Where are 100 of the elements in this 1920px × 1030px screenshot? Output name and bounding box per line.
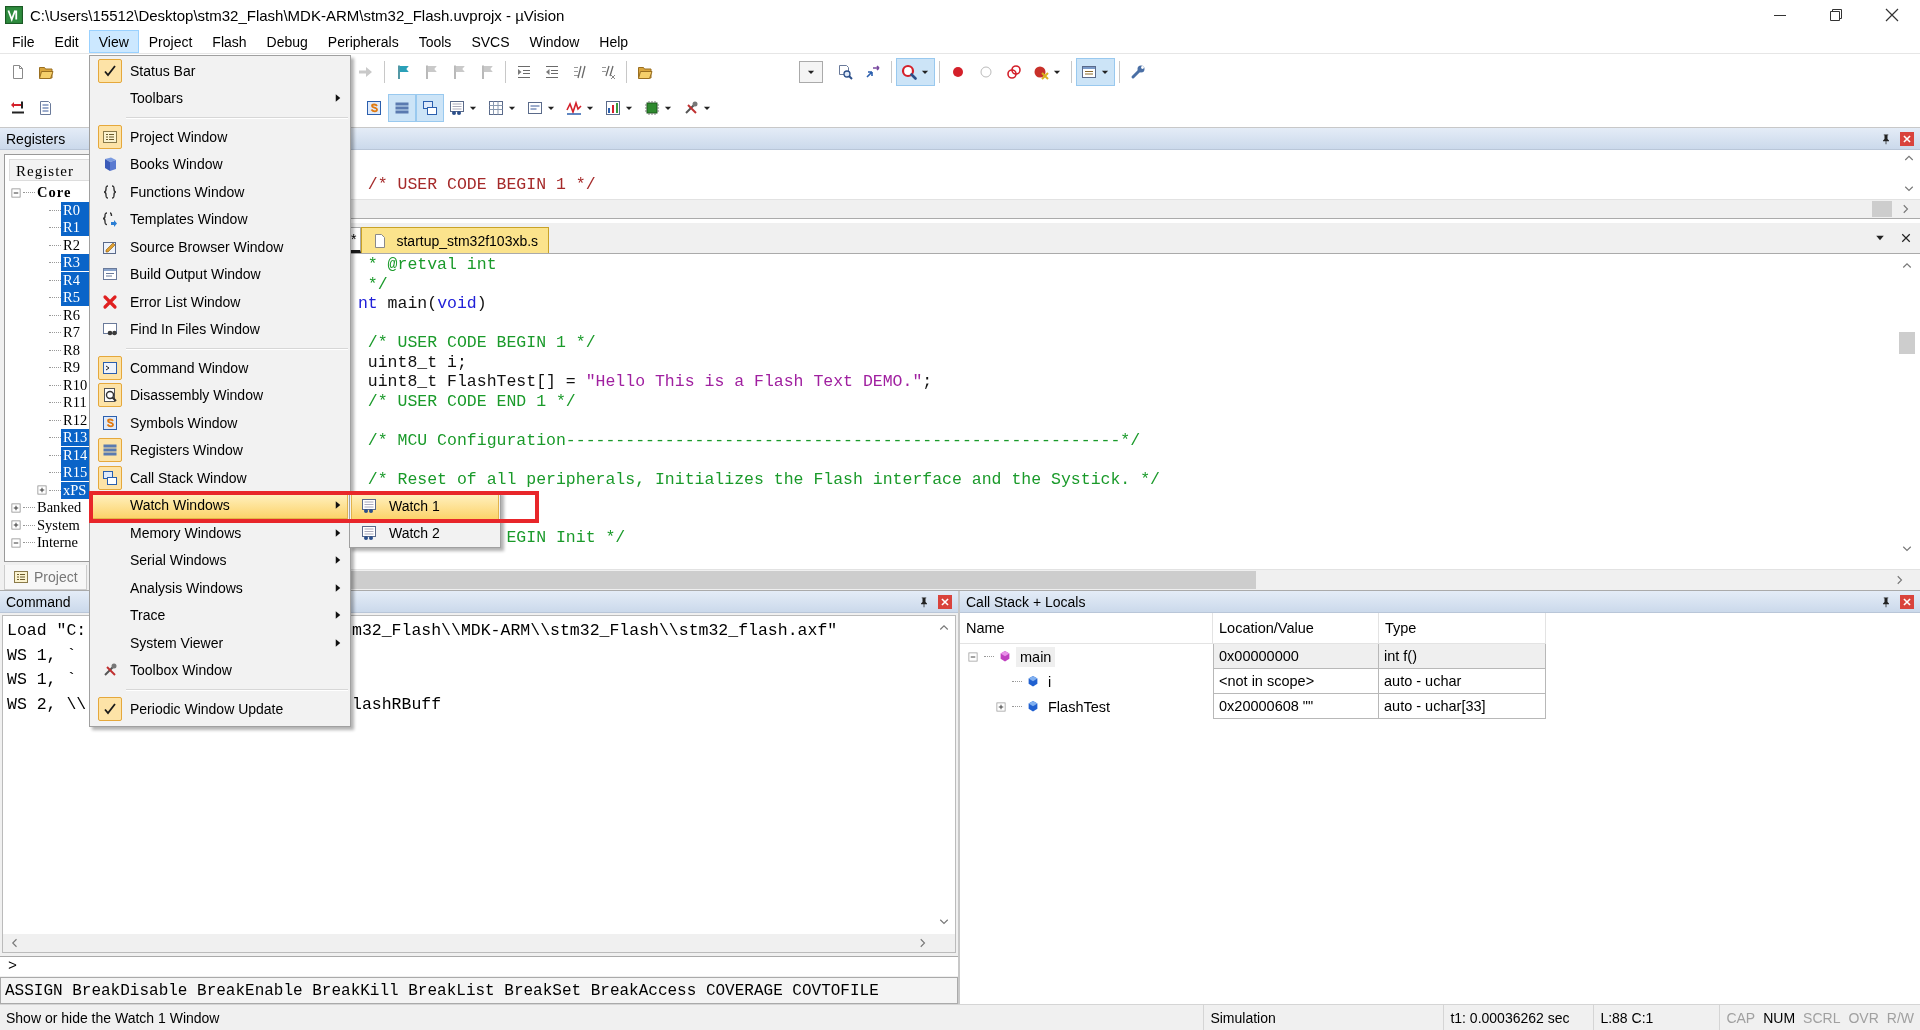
menu-item[interactable]: Analysis Windows — [92, 574, 348, 602]
column-header[interactable]: Name — [960, 613, 1213, 644]
menu-item[interactable]: File — [2, 30, 45, 53]
slashes-icon — [600, 64, 616, 80]
menu-item[interactable]: Toolbars — [92, 84, 348, 112]
tree-item[interactable]: System — [35, 516, 82, 534]
menu-item[interactable]: Disassembly Window — [92, 381, 348, 409]
scrollbar-thumb[interactable] — [1899, 332, 1915, 354]
dropdown-field[interactable] — [799, 61, 823, 83]
tree-item[interactable]: Core — [35, 184, 74, 202]
code-line: /* MCU Configuration--------------------------------------------------------*/ — [367, 430, 1141, 450]
menu-item[interactable]: Project — [138, 30, 203, 53]
windows-button[interactable] — [416, 94, 444, 122]
variable-icon — [1026, 674, 1040, 689]
close-icon[interactable] — [1884, 7, 1900, 23]
menu-item[interactable]: Toolbox Window — [92, 656, 348, 684]
tree-item[interactable]: R6 — [61, 306, 82, 324]
symbols-window-icon — [366, 100, 382, 116]
waveform-icon — [566, 100, 582, 116]
menu-item[interactable]: Edit — [44, 30, 89, 53]
list-icon — [102, 442, 118, 459]
code-line: /* USER CODE END 1 */ — [367, 391, 576, 411]
table-row[interactable]: i <not in scope> auto - uchar — [960, 669, 1546, 694]
menu-item[interactable]: Find In Files Window — [92, 315, 348, 343]
menu-item[interactable]: View — [88, 30, 139, 53]
magnifier-button[interactable] — [896, 58, 935, 86]
window-button[interactable] — [1076, 58, 1115, 86]
panel-title: Command — [6, 593, 71, 610]
menu-item[interactable]: Memory Windows — [92, 519, 348, 547]
restore-icon[interactable] — [1828, 7, 1844, 23]
menu-item[interactable]: System Viewer — [92, 629, 348, 657]
function-icon — [998, 649, 1012, 664]
status-indicator: CAP — [1725, 1009, 1757, 1026]
tree-item[interactable]: Interne — [35, 534, 81, 552]
output-line: m32_Flash\\MDK-ARM\\stm32_Flash\\stm32_flash.axf" — [352, 620, 839, 642]
tree-item[interactable]: R11 — [61, 394, 89, 412]
menu-item[interactable]: Books Window — [92, 150, 348, 178]
scrollbar-thumb[interactable] — [1872, 201, 1892, 217]
chip-icon — [644, 100, 660, 116]
tools-icon — [683, 100, 699, 116]
code-line: */ — [367, 274, 388, 294]
tree-item[interactable]: R2 — [61, 236, 82, 254]
menu-item[interactable]: Trace — [92, 601, 348, 629]
code-line: * @retval int — [367, 255, 497, 274]
menu-item[interactable]: Periodic Window Update — [92, 695, 348, 723]
table-cell-text: FlashTest — [1047, 697, 1112, 717]
menu-item[interactable]: Symbols Window — [92, 409, 348, 437]
menu-item[interactable]: Flash — [202, 30, 257, 53]
menu-item[interactable]: Watch 2 — [351, 519, 499, 547]
tree-item[interactable]: R7 — [61, 324, 82, 342]
code-line: uint8_t FlashTest[] = "Hello This is a Flash Text DEMO."; — [367, 372, 933, 391]
collapse-icon[interactable] — [10, 536, 22, 549]
status-time: t1: 0.00036262 sec — [1443, 1005, 1594, 1030]
folder-icon — [38, 64, 54, 80]
expand-icon[interactable] — [10, 501, 22, 514]
output-line: lashRBuff — [352, 693, 443, 716]
table-cell: auto - uchar[33] — [1379, 694, 1546, 719]
menu-item[interactable]: Serial Windows — [92, 546, 348, 574]
menu-item[interactable]: Debug — [256, 30, 318, 53]
tree-item[interactable]: Banked — [35, 499, 84, 517]
breakpoint-delete-icon — [1033, 64, 1049, 80]
list-icon — [394, 100, 410, 116]
menu-item[interactable]: Peripherals — [317, 30, 409, 53]
table-row[interactable]: FlashTest 0x20000608 "" auto - uchar[33] — [960, 694, 1546, 719]
document-icon — [38, 100, 54, 116]
code-line: /* Reset of all peripherals, Initializes the Flash interface and the Systick. */ — [367, 469, 1160, 489]
status-message: Show or hide the Watch 1 Window — [5, 1008, 221, 1028]
menu-item[interactable]: Status Bar — [92, 57, 348, 85]
close-icon[interactable] — [1900, 232, 1912, 244]
expand-icon[interactable] — [10, 519, 22, 532]
table-cell: 0x00000000 — [1213, 644, 1379, 669]
menu-item[interactable]: Window — [519, 30, 590, 53]
table-cell: main — [1016, 646, 1056, 667]
braces-icon — [102, 183, 118, 200]
collapse-icon[interactable] — [10, 186, 22, 199]
reset-icon — [10, 100, 26, 116]
arrows-icon — [865, 64, 881, 80]
panel-tab[interactable]: Project — [4, 565, 87, 590]
expand-icon[interactable] — [36, 484, 48, 497]
editor-tab[interactable]: startup_stm32f103xb.s — [361, 227, 550, 253]
flag-icon — [423, 64, 439, 80]
panel-title: Registers — [6, 130, 66, 147]
tree-item[interactable]: R10 — [61, 376, 90, 394]
menu-item[interactable]: Tools — [408, 30, 462, 53]
table-row[interactable]: main 0x00000000 int f() — [960, 644, 1546, 669]
command-input[interactable]: > — [0, 956, 958, 976]
menu-item[interactable]: SVCS — [461, 30, 520, 53]
braces-arrow-icon — [102, 211, 118, 228]
expand-icon[interactable] — [995, 700, 1007, 713]
menu-item[interactable]: Registers Window — [92, 436, 348, 464]
menu-item[interactable]: Project Window — [92, 123, 348, 151]
collapse-icon[interactable] — [967, 650, 979, 663]
tree-item[interactable]: R8 — [61, 341, 82, 359]
tree-item[interactable]: R9 — [61, 359, 82, 377]
menu-item[interactable]: Help — [589, 30, 639, 53]
menu-item[interactable]: Command Window — [92, 354, 348, 382]
grid-icon — [488, 100, 504, 116]
menu-item[interactable]: Call Stack Window — [92, 464, 348, 492]
tree-item[interactable]: R12 — [61, 411, 90, 429]
list-button[interactable] — [388, 94, 416, 122]
